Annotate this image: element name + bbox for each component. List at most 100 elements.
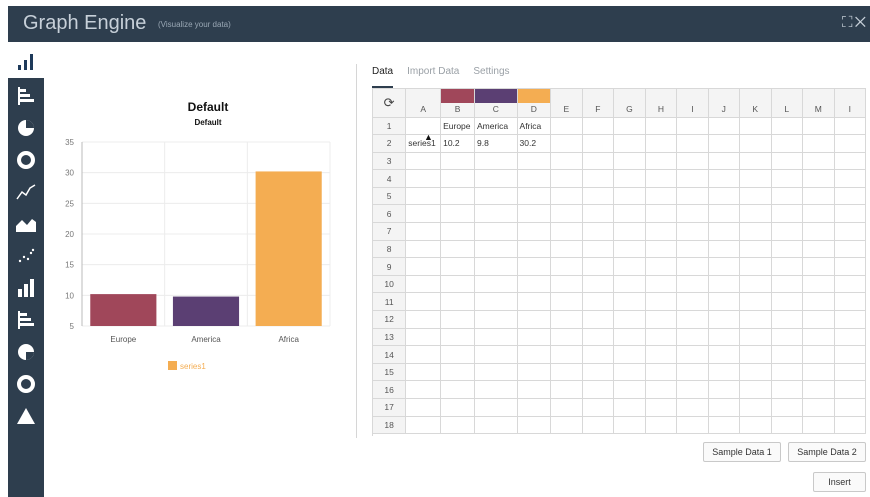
grid-cell[interactable] bbox=[582, 257, 615, 276]
grid-cell[interactable] bbox=[474, 187, 518, 206]
grid-cell[interactable] bbox=[771, 169, 803, 188]
grid-cell[interactable] bbox=[405, 240, 442, 259]
row-number[interactable]: 10 bbox=[373, 275, 407, 294]
grid-cell[interactable] bbox=[405, 416, 442, 435]
series-color-swatch[interactable] bbox=[474, 89, 517, 103]
grid-cell[interactable] bbox=[440, 257, 475, 276]
grid-cell[interactable] bbox=[834, 275, 866, 294]
grid-cell[interactable] bbox=[474, 363, 518, 382]
grid-cell[interactable] bbox=[474, 275, 518, 294]
grid-cell[interactable] bbox=[517, 275, 552, 294]
grid-cell[interactable] bbox=[739, 117, 772, 136]
grid-cell[interactable] bbox=[474, 398, 518, 417]
grid-cell[interactable] bbox=[771, 152, 803, 171]
grid-cell[interactable] bbox=[613, 240, 646, 259]
grid-cell[interactable] bbox=[834, 204, 866, 224]
grid-cell[interactable] bbox=[613, 169, 646, 188]
grid-cell[interactable] bbox=[802, 134, 835, 153]
grid-cell[interactable] bbox=[550, 363, 583, 382]
series-color-swatch[interactable] bbox=[517, 89, 550, 103]
area-chart-icon[interactable] bbox=[8, 210, 44, 238]
grid-cell[interactable] bbox=[582, 187, 615, 206]
column-header[interactable]: L bbox=[771, 89, 803, 118]
grid-cell[interactable] bbox=[550, 398, 583, 417]
sample-data-2-button[interactable]: Sample Data 2 bbox=[788, 442, 866, 462]
grid-cell[interactable] bbox=[517, 187, 552, 206]
line-chart-icon[interactable] bbox=[8, 178, 44, 206]
grid-cell[interactable] bbox=[802, 204, 835, 224]
grid-cell[interactable] bbox=[582, 380, 615, 399]
grid-cell[interactable] bbox=[440, 398, 475, 417]
grid-cell[interactable] bbox=[582, 398, 615, 417]
grid-cell[interactable] bbox=[708, 240, 740, 259]
grid-cell[interactable] bbox=[613, 187, 646, 206]
grid-cell[interactable] bbox=[550, 275, 583, 294]
grid-cell[interactable] bbox=[474, 222, 518, 241]
grid-cell[interactable] bbox=[771, 363, 803, 382]
grid-cell[interactable] bbox=[405, 187, 442, 206]
horizontal-bar-chart-icon[interactable] bbox=[8, 82, 44, 110]
column-header[interactable]: A bbox=[405, 89, 442, 118]
column-header[interactable]: G bbox=[613, 89, 646, 118]
column-header[interactable]: I bbox=[676, 89, 709, 118]
row-number[interactable]: 5 bbox=[373, 187, 407, 206]
grid-cell[interactable] bbox=[440, 328, 475, 347]
tab-data[interactable]: Data bbox=[372, 66, 394, 88]
grid-cell[interactable] bbox=[739, 292, 772, 312]
grid-cell[interactable] bbox=[582, 134, 615, 153]
grid-cell[interactable] bbox=[440, 363, 475, 382]
grid-cell[interactable] bbox=[739, 328, 772, 347]
grid-cell[interactable] bbox=[676, 398, 709, 417]
grid-cell[interactable] bbox=[613, 310, 646, 329]
grid-cell[interactable] bbox=[405, 275, 442, 294]
row-number[interactable]: 1 bbox=[373, 117, 407, 136]
grid-cell[interactable] bbox=[708, 275, 740, 294]
grid-cell[interactable] bbox=[474, 328, 518, 347]
grid-cell[interactable] bbox=[771, 275, 803, 294]
window-controls[interactable]: ⛶✕ bbox=[842, 14, 868, 31]
column-header[interactable]: K bbox=[739, 89, 772, 118]
row-number[interactable]: 2 bbox=[373, 134, 407, 153]
grid-cell[interactable] bbox=[613, 222, 646, 241]
grid-cell[interactable] bbox=[517, 416, 552, 435]
grid-cell[interactable] bbox=[613, 152, 646, 171]
pyramid-chart-icon[interactable] bbox=[8, 402, 44, 430]
grid-cell[interactable] bbox=[739, 204, 772, 224]
donut-chart-icon[interactable] bbox=[8, 146, 44, 174]
grid-cell[interactable]: 30.2 bbox=[517, 134, 552, 153]
grid-cell[interactable] bbox=[517, 292, 552, 312]
grid-cell[interactable] bbox=[771, 240, 803, 259]
grid-cell[interactable] bbox=[613, 345, 646, 364]
grid-cell[interactable] bbox=[440, 416, 475, 435]
grid-cell[interactable] bbox=[613, 134, 646, 153]
grid-cell[interactable] bbox=[405, 169, 442, 188]
grid-cell[interactable] bbox=[802, 328, 835, 347]
grid-cell[interactable] bbox=[582, 345, 615, 364]
grid-cell[interactable] bbox=[834, 257, 866, 276]
row-number[interactable]: 3 bbox=[373, 152, 407, 171]
grid-cell[interactable] bbox=[834, 222, 866, 241]
grid-cell[interactable] bbox=[550, 416, 583, 435]
grid-cell[interactable] bbox=[834, 169, 866, 188]
grid-cell[interactable] bbox=[613, 292, 646, 312]
grid-cell[interactable] bbox=[517, 240, 552, 259]
grid-cell[interactable] bbox=[474, 240, 518, 259]
grid-cell[interactable] bbox=[676, 345, 709, 364]
grid-cell[interactable] bbox=[834, 117, 866, 136]
row-number[interactable]: 18 bbox=[373, 416, 407, 435]
grid-cell[interactable] bbox=[550, 380, 583, 399]
grid-cell[interactable] bbox=[739, 416, 772, 435]
grid-cell[interactable] bbox=[771, 222, 803, 241]
grid-cell[interactable] bbox=[440, 345, 475, 364]
grid-cell[interactable] bbox=[474, 169, 518, 188]
grid-cell[interactable] bbox=[474, 257, 518, 276]
grid-cell[interactable] bbox=[802, 152, 835, 171]
grid-cell[interactable] bbox=[550, 240, 583, 259]
grid-cell[interactable] bbox=[676, 222, 709, 241]
grid-cell[interactable] bbox=[645, 204, 678, 224]
grid-cell[interactable] bbox=[582, 310, 615, 329]
grid-cell[interactable] bbox=[440, 380, 475, 399]
grid-cell[interactable] bbox=[771, 416, 803, 435]
grid-corner[interactable]: ⟳ bbox=[373, 89, 407, 118]
grid-cell[interactable] bbox=[676, 134, 709, 153]
